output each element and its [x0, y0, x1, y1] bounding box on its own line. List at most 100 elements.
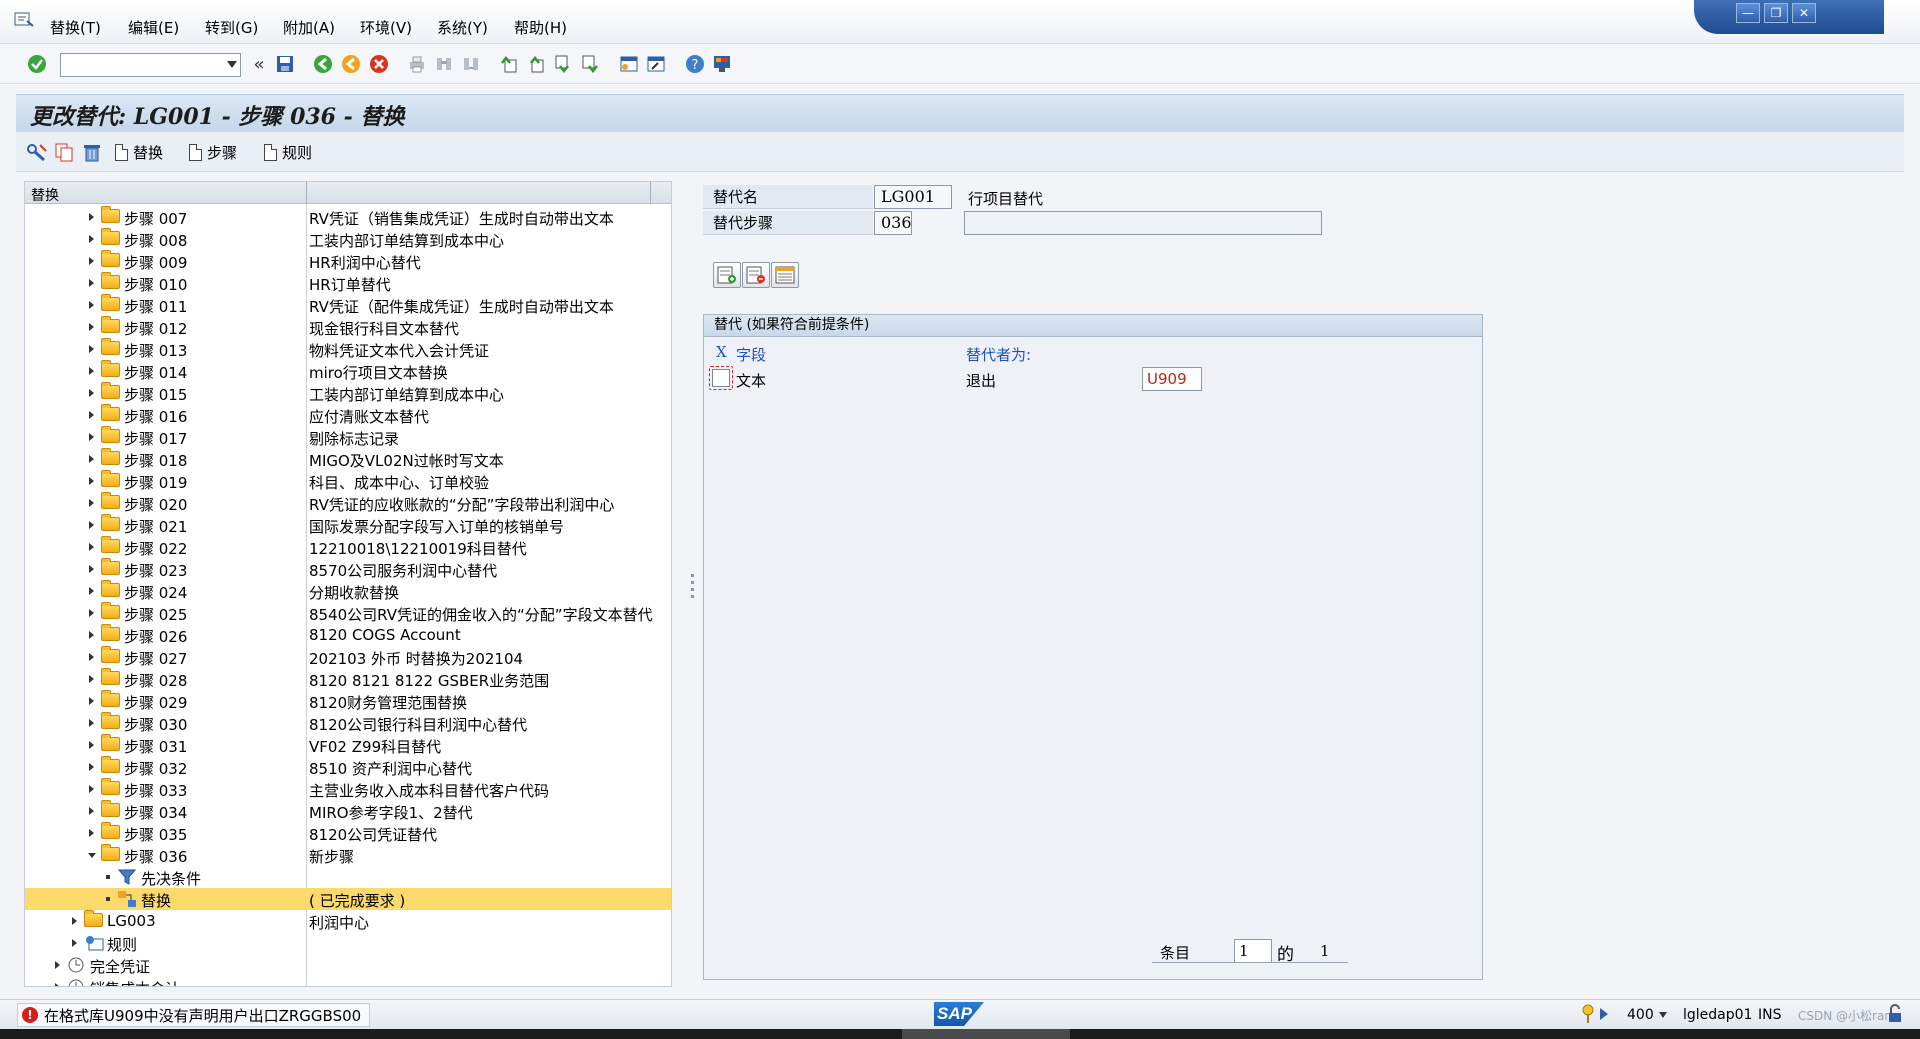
collapsed-arrow-icon[interactable] — [89, 411, 94, 419]
shortcut-icon[interactable] — [645, 53, 667, 75]
collapsed-arrow-icon[interactable] — [89, 697, 94, 705]
find-next-icon[interactable] — [460, 53, 482, 75]
collapsed-arrow-icon[interactable] — [89, 763, 94, 771]
collapsed-arrow-icon[interactable] — [89, 213, 94, 221]
create-rule-button[interactable]: 规则 — [264, 141, 312, 163]
delete-icon[interactable] — [82, 141, 102, 163]
tree-item-step[interactable]: 步骤 017 剔除标志记录 — [25, 426, 671, 448]
save-icon[interactable] — [274, 53, 296, 75]
tree-item-step[interactable]: 步骤 018 MIGO及VL02N过帐时写文本 — [25, 448, 671, 470]
entry-current-field[interactable]: 1 — [1234, 939, 1272, 963]
collapsed-arrow-icon[interactable] — [89, 565, 94, 573]
tree-item-step[interactable]: 步骤 026 8120 COGS Account — [25, 624, 671, 646]
tree-item-prerequisite[interactable]: 先决条件 — [25, 866, 671, 888]
menu-system[interactable]: 系统(Y) — [437, 17, 488, 38]
tree-item-step[interactable]: 步骤 023 8570公司服务利润中心替代 — [25, 558, 671, 580]
collapsed-arrow-icon[interactable] — [55, 983, 60, 986]
collapsed-arrow-icon[interactable] — [89, 433, 94, 441]
collapsed-arrow-icon[interactable] — [89, 807, 94, 815]
exit-icon[interactable] — [340, 53, 362, 75]
collapsed-arrow-icon[interactable] — [89, 499, 94, 507]
tree-item-step[interactable]: 步骤 033 主营业务收入成本科目替代客户代码 — [25, 778, 671, 800]
collapsed-arrow-icon[interactable] — [89, 719, 94, 727]
cancel-icon[interactable] — [368, 53, 390, 75]
collapsed-arrow-icon[interactable] — [55, 961, 60, 969]
collapsed-arrow-icon[interactable] — [89, 741, 94, 749]
tree-item-step[interactable]: 步骤 007 RV凭证（销售集成凭证）生成时自动带出文本 — [25, 206, 671, 228]
create-substitution-button[interactable]: 替换 — [115, 141, 163, 163]
collapsed-arrow-icon[interactable] — [89, 587, 94, 595]
input-mode[interactable]: INS — [1758, 1007, 1782, 1023]
display-change-icon[interactable] — [26, 141, 48, 163]
collapsed-arrow-icon[interactable] — [89, 345, 94, 353]
subst-step-field[interactable]: 036 — [874, 211, 912, 235]
tree-item-step[interactable]: 步骤 014 miro行项目文本替换 — [25, 360, 671, 382]
tree-item-step[interactable]: 步骤 027 202103 外币 时替换为202104 — [25, 646, 671, 668]
tree-item-step[interactable]: 步骤 025 8540公司RV凭证的佣金收入的“分配”字段文本替代 — [25, 602, 671, 624]
tree-item-step[interactable]: 步骤 013 物料凭证文本代入会计凭证 — [25, 338, 671, 360]
settings-icon[interactable] — [711, 53, 733, 75]
tree-item-step-open[interactable]: 步骤 036 新步骤 — [25, 844, 671, 866]
tree-item-step[interactable]: 步骤 019 科目、成本中心、订单校验 — [25, 470, 671, 492]
collapsed-arrow-icon[interactable] — [89, 609, 94, 617]
new-session-icon[interactable] — [618, 53, 640, 75]
tree-item-cost-of-sales[interactable]: 销售成本会计 — [25, 976, 671, 986]
tree-item-step[interactable]: 步骤 030 8120公司银行科目利润中心替代 — [25, 712, 671, 734]
panel-splitter[interactable] — [690, 570, 696, 610]
tree-item-step[interactable]: 步骤 015 工装内部订单结算到成本中心 — [25, 382, 671, 404]
copy-icon[interactable] — [54, 141, 74, 163]
tree-item-step[interactable]: 步骤 035 8120公司凭证替代 — [25, 822, 671, 844]
tree-item-step[interactable]: 步骤 020 RV凭证的应收账款的“分配”字段带出利润中心 — [25, 492, 671, 514]
back-double-icon[interactable]: « — [248, 53, 270, 75]
enter-icon[interactable] — [26, 53, 48, 75]
find-icon[interactable] — [433, 53, 455, 75]
last-page-icon[interactable] — [579, 53, 601, 75]
prev-page-icon[interactable] — [525, 53, 547, 75]
menu-icon[interactable] — [14, 12, 34, 28]
first-page-icon[interactable] — [498, 53, 520, 75]
menu-edit[interactable]: 编辑(E) — [128, 17, 179, 38]
status-message[interactable]: ! 在格式库U909中没有声明用户出口ZRGGBS00 — [17, 1003, 371, 1027]
menu-substitution[interactable]: 替换(T) — [50, 17, 101, 38]
collapsed-arrow-icon[interactable] — [89, 367, 94, 375]
tree-item-step[interactable]: 步骤 012 现金银行科目文本替代 — [25, 316, 671, 338]
collapsed-arrow-icon[interactable] — [72, 939, 77, 947]
collapsed-arrow-icon[interactable] — [89, 543, 94, 551]
print-icon[interactable] — [406, 53, 428, 75]
tree-item-step[interactable]: 步骤 008 工装内部订单结算到成本中心 — [25, 228, 671, 250]
minimize-button[interactable]: — — [1736, 3, 1760, 23]
collapsed-arrow-icon[interactable] — [89, 675, 94, 683]
collapsed-arrow-icon[interactable] — [89, 389, 94, 397]
command-field[interactable] — [60, 53, 241, 77]
collapsed-arrow-icon[interactable] — [89, 477, 94, 485]
collapsed-arrow-icon[interactable] — [89, 279, 94, 287]
chevron-down-icon[interactable] — [1659, 1012, 1667, 1018]
tree-item-step[interactable]: 步骤 016 应付清账文本替代 — [25, 404, 671, 426]
collapsed-arrow-icon[interactable] — [89, 257, 94, 265]
collapsed-arrow-icon[interactable] — [89, 829, 94, 837]
formula-editor-button[interactable] — [771, 262, 799, 288]
tree-item-step[interactable]: 步骤 032 8510 资产利润中心替代 — [25, 756, 671, 778]
help-icon[interactable]: ? — [684, 53, 706, 75]
next-page-icon[interactable] — [552, 53, 574, 75]
restore-button[interactable]: ❐ — [1764, 3, 1788, 23]
tree-item-step[interactable]: 步骤 009 HR利润中心替代 — [25, 250, 671, 272]
exit-name-field[interactable]: U909 — [1142, 367, 1202, 391]
tree-item-complete-document[interactable]: 完全凭证 — [25, 954, 671, 976]
tree-item-step[interactable]: 步骤 011 RV凭证（配件集成凭证）生成时自动带出文本 — [25, 294, 671, 316]
tree-item-step[interactable]: 步骤 021 国际发票分配字段写入订单的核销单号 — [25, 514, 671, 536]
collapsed-arrow-icon[interactable] — [89, 455, 94, 463]
tree-item-step[interactable]: 步骤 029 8120财务管理范围替换 — [25, 690, 671, 712]
menu-environment[interactable]: 环境(V) — [360, 17, 412, 38]
collapsed-arrow-icon[interactable] — [72, 917, 77, 925]
tree-item-step[interactable]: 步骤 031 VF02 Z99科目替代 — [25, 734, 671, 756]
constant-checkbox[interactable] — [712, 369, 730, 387]
close-button[interactable]: ✕ — [1792, 3, 1816, 23]
collapsed-arrow-icon[interactable] — [89, 235, 94, 243]
column-separator[interactable] — [650, 182, 651, 204]
create-step-button[interactable]: 步骤 — [189, 141, 237, 163]
subst-name-field[interactable]: LG001 — [874, 185, 952, 209]
collapsed-arrow-icon[interactable] — [89, 301, 94, 309]
expanded-arrow-icon[interactable] — [88, 853, 96, 858]
back-icon[interactable] — [312, 53, 334, 75]
